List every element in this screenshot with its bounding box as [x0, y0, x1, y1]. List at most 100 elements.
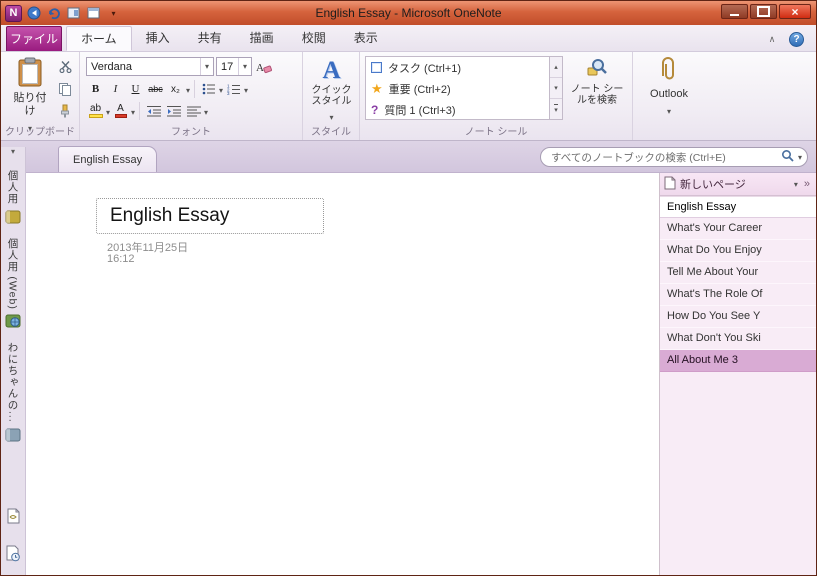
font-color-button[interactable]: A: [111, 102, 130, 120]
tag-scroll-up-icon[interactable]: [550, 57, 562, 78]
new-page-dropdown-icon[interactable]: [794, 178, 798, 190]
increase-indent-icon[interactable]: [164, 102, 183, 120]
find-tags-button[interactable]: ノート シールを検索: [566, 56, 628, 124]
customize-qat-dropdown-icon[interactable]: [105, 5, 122, 22]
italic-button[interactable]: I: [106, 80, 125, 98]
quick-styles-button[interactable]: A クイックスタイル: [308, 56, 355, 124]
page-tab-item[interactable]: Tell Me About Your: [660, 262, 816, 284]
numbering-dropdown-icon[interactable]: [244, 80, 248, 98]
collapse-pages-panel-icon[interactable]: [802, 178, 812, 190]
back-icon[interactable]: [25, 5, 42, 22]
font-size-combobox[interactable]: 17: [216, 57, 252, 76]
tab-draw[interactable]: 描画: [236, 26, 288, 51]
outlook-group: Outlook: [633, 52, 705, 140]
paste-button[interactable]: 貼り付け: [8, 56, 52, 122]
section-tab-english-essay[interactable]: English Essay: [58, 146, 158, 172]
page-tab-item[interactable]: English Essay: [660, 196, 816, 218]
close-button[interactable]: [779, 4, 811, 19]
decrease-indent-icon[interactable]: [144, 102, 163, 120]
tag-item-important[interactable]: 重要 (Ctrl+2): [366, 78, 549, 99]
find-tags-label: ノート シールを検索: [570, 84, 624, 106]
page-tab-item[interactable]: What's Your Career: [660, 218, 816, 240]
search-icon[interactable]: [781, 149, 794, 165]
numbering-icon[interactable]: 123: [224, 80, 243, 98]
page-tab-item[interactable]: What Don't You Ski: [660, 328, 816, 350]
highlight-color-bar: [88, 114, 103, 118]
copy-icon[interactable]: [55, 79, 75, 98]
paragraph-align-dropdown-icon[interactable]: [204, 102, 208, 120]
help-icon[interactable]: [789, 32, 804, 47]
highlight-dropdown-icon[interactable]: [106, 102, 110, 120]
page-canvas[interactable]: English Essay 2013年11月25日 16:12: [26, 173, 659, 575]
subscript-button[interactable]: x₂: [166, 80, 185, 98]
new-page-header[interactable]: 新しいページ: [660, 173, 816, 196]
cut-icon[interactable]: [55, 57, 75, 76]
dock-to-desktop-icon[interactable]: [65, 5, 82, 22]
maximize-button[interactable]: [750, 4, 777, 19]
tag-item-label: 質問 1 (Ctrl+3): [384, 104, 456, 117]
font-name-dropdown-icon: [200, 58, 213, 75]
page-title-box[interactable]: English Essay: [96, 198, 324, 234]
tag-item-todo[interactable]: タスク (Ctrl+1): [366, 57, 549, 78]
minimize-button[interactable]: [721, 4, 748, 19]
search-box[interactable]: すべてのノートブックの検索 (Ctrl+E): [540, 147, 808, 167]
new-page-label: 新しいページ: [680, 179, 746, 191]
tag-scroll-down-icon[interactable]: [550, 78, 562, 99]
svg-text:3: 3: [227, 91, 230, 95]
highlight-label: ab: [89, 103, 102, 114]
outlook-button[interactable]: Outlook: [642, 56, 696, 124]
tab-home[interactable]: ホーム: [66, 26, 132, 51]
notebook-label: わにちゃんの...: [6, 342, 19, 424]
onenote-window: English Essay - Microsoft OneNote N ファイル: [0, 0, 817, 576]
font-group-label: フォント: [171, 127, 211, 138]
notebook-label: 個人用: [6, 170, 19, 205]
bullets-dropdown-icon[interactable]: [219, 80, 223, 98]
minimize-ribbon-icon[interactable]: [764, 34, 780, 45]
font-size-dropdown-icon: [238, 58, 251, 75]
notebook-label: 個人用 (Web): [6, 237, 19, 310]
font-color-dropdown-icon[interactable]: [131, 102, 135, 120]
bold-button[interactable]: B: [86, 80, 105, 98]
underline-button[interactable]: U: [126, 80, 145, 98]
todo-checkbox-icon: [371, 62, 382, 73]
page-tab-item[interactable]: How Do You See Y: [660, 306, 816, 328]
pages-panel: 新しいページ English Essay What's Your Career …: [659, 173, 816, 575]
notebook-item-wani[interactable]: わにちゃんの...: [1, 342, 25, 447]
styles-group: A クイックスタイル スタイル: [303, 52, 360, 140]
find-tags-magnifier-icon: [586, 57, 608, 84]
tab-review[interactable]: 校閲: [288, 26, 340, 51]
page-tab-item[interactable]: What Do You Enjoy: [660, 240, 816, 262]
tab-file[interactable]: ファイル: [6, 26, 62, 51]
font-name-combobox[interactable]: Verdana: [86, 57, 214, 76]
format-painter-icon[interactable]: [55, 101, 75, 120]
ribbon-home-content: 貼り付け クリップボード Verdana: [1, 52, 816, 141]
font-name-value: Verdana: [91, 60, 132, 73]
tab-share[interactable]: 共有: [184, 26, 236, 51]
paragraph-align-icon[interactable]: [184, 102, 203, 120]
notebook-item-personal[interactable]: 個人用: [1, 170, 25, 229]
tab-insert[interactable]: 挿入: [132, 26, 184, 51]
page-tab-item[interactable]: All About Me 3: [660, 350, 816, 372]
search-scope-dropdown-icon[interactable]: [798, 151, 802, 163]
bullets-icon[interactable]: [199, 80, 218, 98]
expand-nav-bar-icon[interactable]: [1, 147, 25, 161]
paste-label: 貼り付け: [13, 92, 47, 117]
important-star-icon: [371, 81, 383, 97]
subscript-dropdown-icon[interactable]: [186, 80, 190, 98]
notebook-item-personal-web[interactable]: 個人用 (Web): [1, 238, 25, 334]
onenote-app-icon[interactable]: N: [5, 4, 22, 22]
fullpage-view-icon[interactable]: [85, 5, 102, 22]
page-tab-item[interactable]: What's The Role Of: [660, 284, 816, 306]
strikethrough-button[interactable]: abc: [146, 80, 165, 98]
clear-formatting-icon[interactable]: A: [254, 57, 274, 76]
tab-view[interactable]: 表示: [340, 26, 392, 51]
unfiled-notes-icon[interactable]: [6, 508, 21, 529]
undo-icon[interactable]: [45, 5, 62, 22]
window-controls: [721, 4, 811, 19]
tag-more-icon[interactable]: [550, 99, 562, 119]
tags-group-label: ノート シール: [464, 127, 528, 138]
highlight-button[interactable]: ab: [86, 102, 105, 120]
recent-page-icon[interactable]: [5, 545, 21, 567]
styles-group-label: スタイル: [311, 127, 351, 138]
tag-item-question[interactable]: 質問 1 (Ctrl+3): [366, 99, 549, 120]
